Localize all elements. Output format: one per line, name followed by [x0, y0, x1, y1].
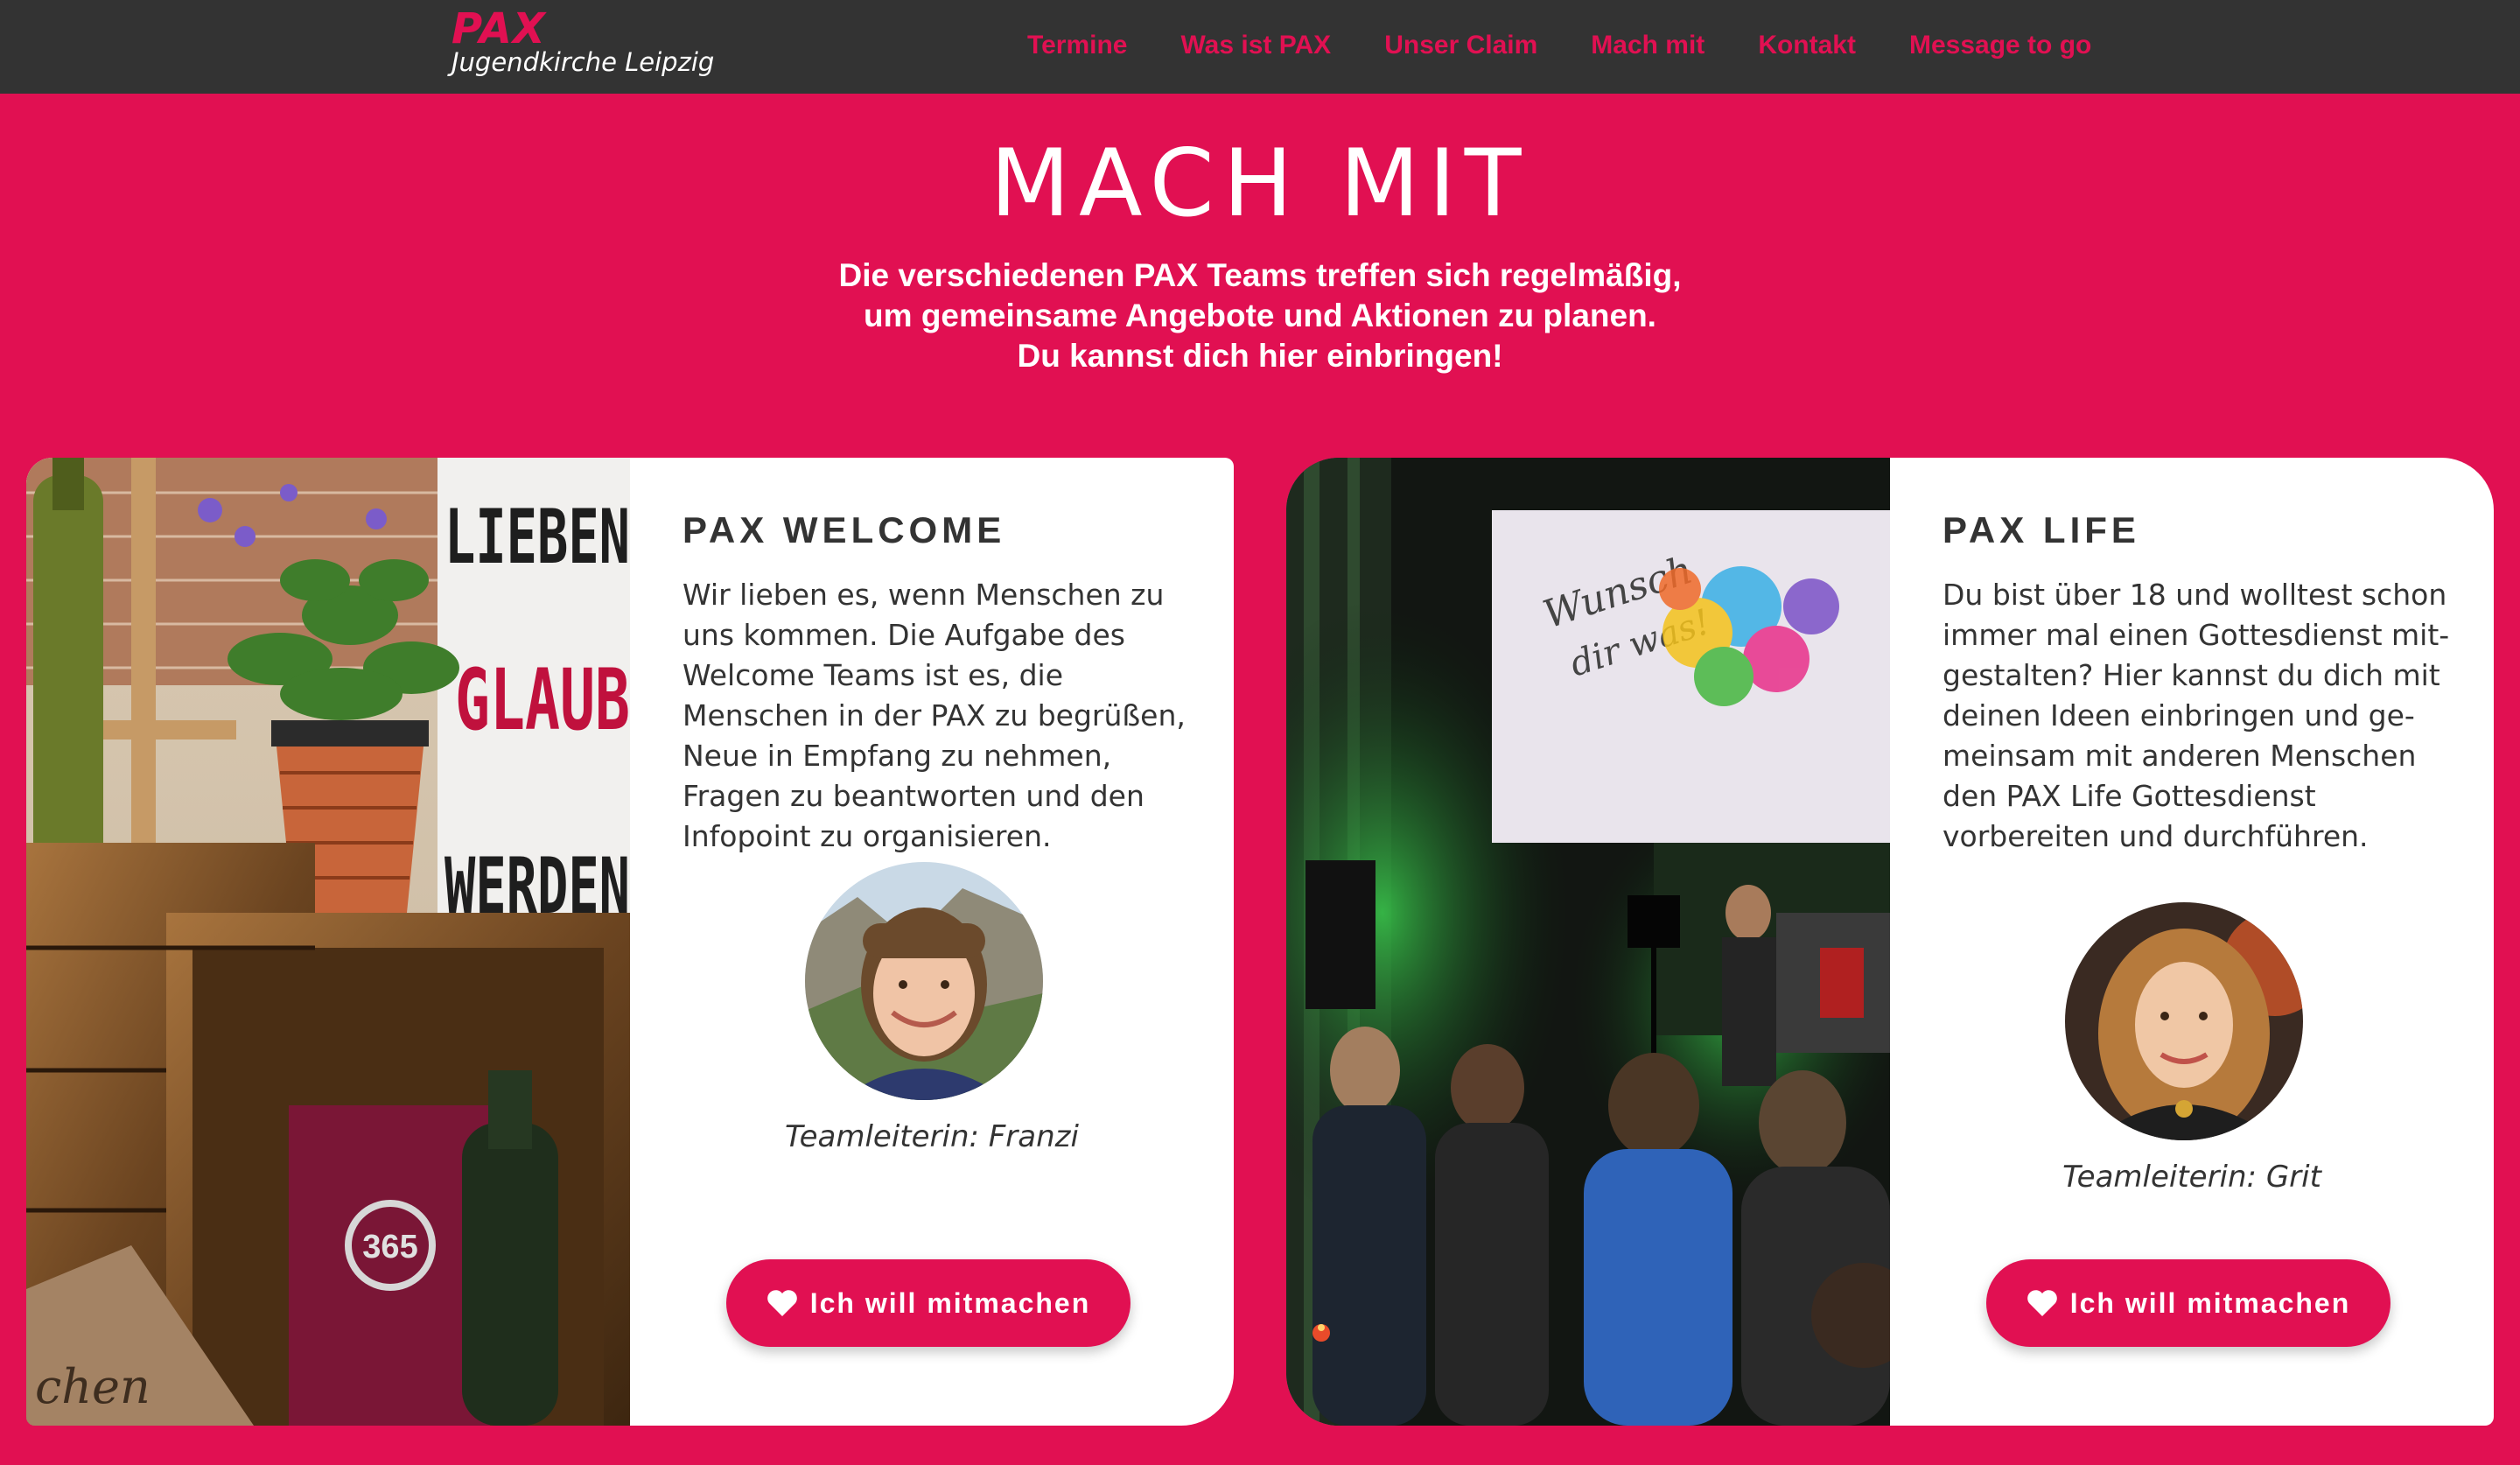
nav-unser-claim[interactable]: Unser Claim	[1384, 26, 1537, 65]
card-description: Du bist über 18 und wolltest schon immer…	[1942, 578, 2450, 853]
nav-termine[interactable]: Termine	[1027, 26, 1127, 65]
main-nav: Termine Was ist PAX Unser Claim Mach mit…	[1027, 26, 2091, 65]
team-leader-caption: Teamleiterin: Grit	[2062, 1160, 2321, 1195]
team-leader-avatar	[2065, 902, 2303, 1140]
page-title: MACH MIT	[990, 130, 1530, 237]
lightbox-word: LIEBEN	[444, 494, 630, 581]
hero-line: Du kannst dich hier einbringen!	[1017, 338, 1503, 374]
site-logo[interactable]: PAX Jugendkirche Leipzig	[452, 5, 714, 75]
life-content: PAX LIFE Du bist über 18 und wolltest sc…	[1890, 458, 2494, 1426]
button-label: Ich will mitmachen	[2069, 1286, 2351, 1319]
welcome-content: PAX WELCOME Wir lieben es, wenn Menschen…	[630, 458, 1234, 1426]
heart-icon	[2026, 1289, 2058, 1317]
card-title: PAX LIFE	[1942, 509, 2140, 550]
join-welcome-button[interactable]: Ich will mitmachen	[726, 1259, 1130, 1347]
card-title: PAX WELCOME	[682, 509, 1006, 550]
lightbox-word: GLAUB	[455, 651, 630, 749]
join-life-button[interactable]: Ich will mitmachen	[1986, 1259, 2390, 1347]
welcome-photo: LIEBEN GLAUB WERDEN 365 chen	[26, 458, 630, 1426]
logo-subtitle: Jugendkirche Leipzig	[452, 47, 715, 77]
life-photo: Wunsch dir was!	[1286, 458, 1890, 1426]
button-label: Ich will mitmachen	[809, 1286, 1091, 1319]
hero-intro: Die verschiedenen PAX Teams treffen sich…	[735, 256, 1785, 376]
nav-was-ist-pax[interactable]: Was ist PAX	[1180, 26, 1331, 65]
hero-line: Die verschiedenen PAX Teams treffen sich…	[838, 257, 1682, 293]
nav-message-to-go[interactable]: Message to go	[1909, 26, 2091, 65]
nav-kontakt[interactable]: Kontakt	[1758, 26, 1856, 65]
card-description: Wir lieben es, wenn Menschen zu uns komm…	[682, 578, 1186, 853]
box-label-text: chen	[35, 1359, 150, 1414]
team-card-welcome: LIEBEN GLAUB WERDEN 365 chen PAX WELCOME…	[26, 458, 1234, 1426]
hero-line: um gemeinsame Angebote und Aktionen zu p…	[864, 298, 1656, 333]
logo-mark: PAX	[452, 4, 546, 53]
team-card-life: Wunsch dir was! PAX LIFE Du bist über 18…	[1286, 458, 2494, 1426]
box-number: 365	[362, 1229, 417, 1265]
heart-icon	[766, 1289, 798, 1317]
team-leader-caption: Teamleiterin: Franzi	[785, 1119, 1079, 1154]
top-navbar: PAX Jugendkirche Leipzig Termine Was ist…	[0, 0, 2520, 94]
team-leader-avatar	[805, 862, 1043, 1100]
nav-mach-mit[interactable]: Mach mit	[1591, 26, 1704, 65]
